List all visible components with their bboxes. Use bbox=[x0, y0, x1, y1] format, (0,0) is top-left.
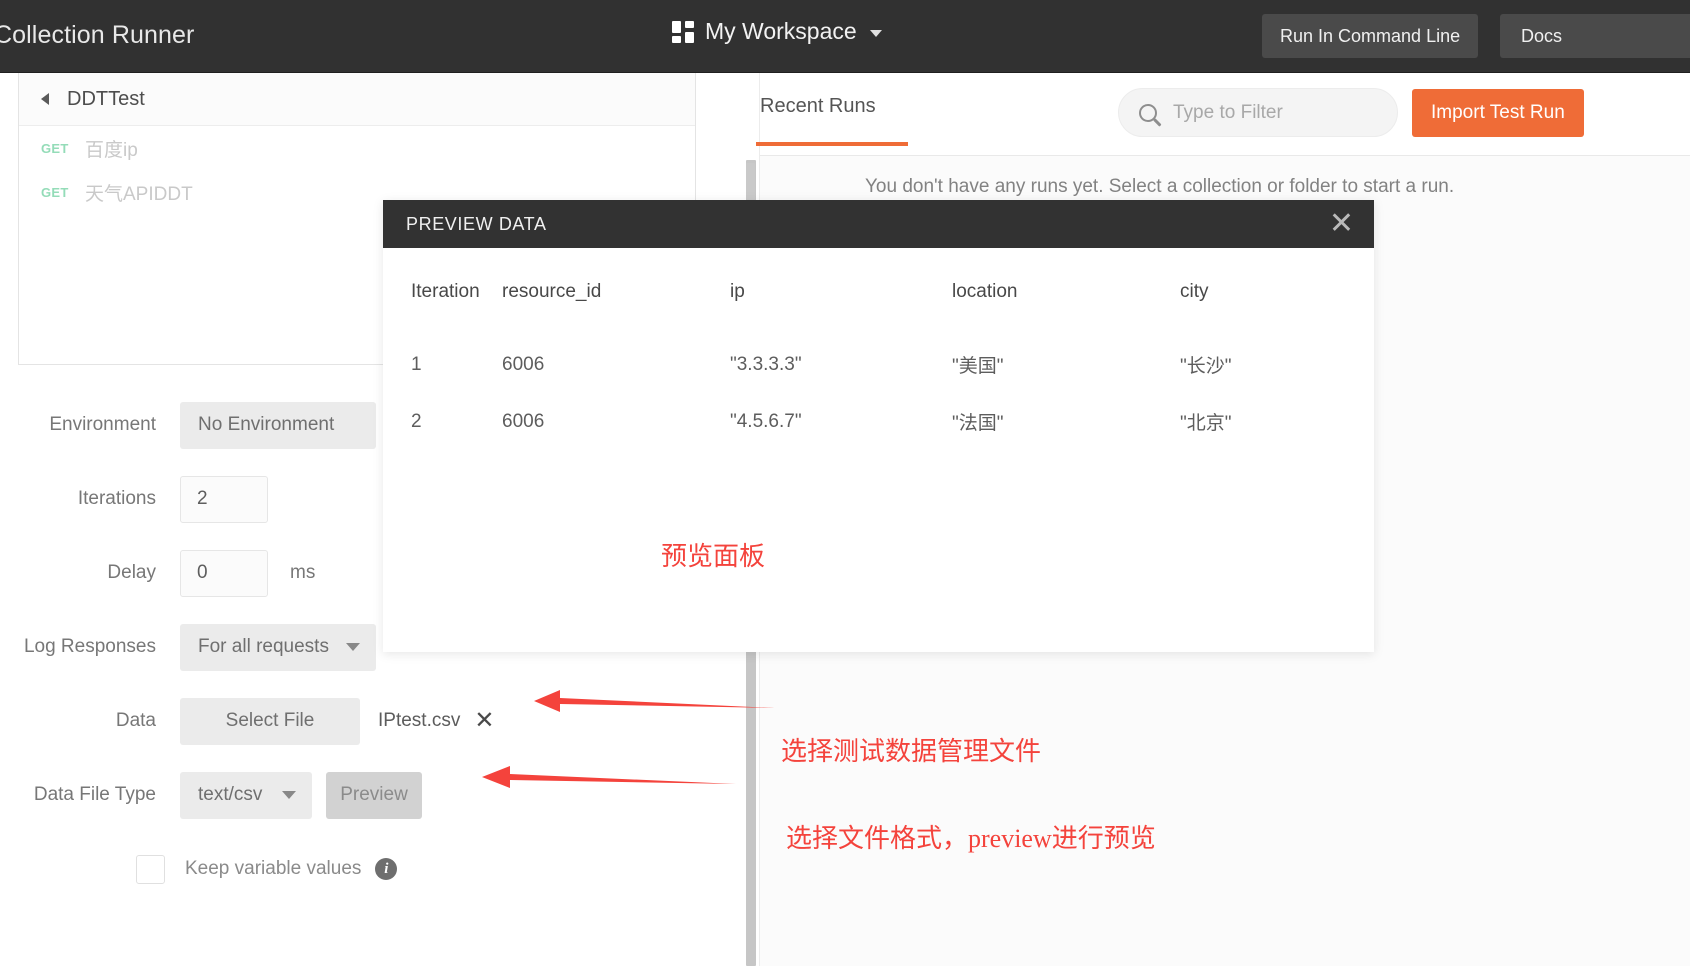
column-header: ip bbox=[730, 281, 745, 302]
preview-data-table: Iteration resource_id ip location city 1… bbox=[383, 248, 1374, 450]
delay-unit-label: ms bbox=[290, 562, 316, 583]
data-label: Data bbox=[115, 710, 156, 731]
collection-name: DDTTest bbox=[67, 87, 145, 110]
log-responses-select[interactable]: For all requests bbox=[180, 623, 376, 671]
column-header: Iteration bbox=[411, 281, 480, 302]
column-header: city bbox=[1180, 281, 1209, 302]
delay-input[interactable] bbox=[180, 549, 268, 597]
cell-location: "法国" bbox=[952, 413, 1004, 434]
chevron-down-icon bbox=[346, 643, 360, 651]
keep-variable-values-row: Keep variable values i bbox=[0, 832, 700, 906]
data-file-type-select[interactable]: text/csv bbox=[180, 771, 312, 819]
cell-iteration: 2 bbox=[411, 410, 422, 432]
cell-resource-id: 6006 bbox=[502, 353, 545, 375]
chevron-down-icon bbox=[282, 791, 296, 799]
filter-input[interactable] bbox=[1173, 101, 1373, 124]
tab-active-indicator bbox=[756, 142, 908, 146]
iterations-input[interactable] bbox=[180, 475, 268, 523]
chevron-down-icon bbox=[869, 30, 882, 37]
selected-file-name: IPtest.csv bbox=[378, 710, 461, 731]
modal-header: PREVIEW DATA ✕ bbox=[383, 200, 1374, 248]
preview-data-modal: PREVIEW DATA ✕ Iteration resource_id ip … bbox=[383, 200, 1374, 652]
collection-header[interactable]: DDTTest bbox=[19, 73, 695, 126]
close-icon[interactable]: ✕ bbox=[1329, 207, 1354, 241]
cell-city: "北京" bbox=[1180, 413, 1232, 434]
data-file-type-label: Data File Type bbox=[33, 784, 156, 805]
workspace-switcher[interactable]: My Workspace bbox=[672, 18, 882, 45]
modal-title: PREVIEW DATA bbox=[406, 214, 547, 234]
top-bar: Collection Runner My Workspace Run In Co… bbox=[0, 0, 1690, 73]
cell-location: "美国" bbox=[952, 356, 1004, 377]
search-icon bbox=[1139, 103, 1157, 122]
workspace-label: My Workspace bbox=[705, 18, 857, 44]
select-file-button[interactable]: Select File bbox=[180, 697, 360, 745]
request-method: GET bbox=[41, 140, 69, 156]
keep-variable-values-checkbox[interactable] bbox=[136, 854, 165, 884]
import-test-run-button[interactable]: Import Test Run bbox=[1412, 89, 1584, 137]
annotation-select-data-file: 选择测试数据管理文件 bbox=[781, 737, 1042, 766]
cell-resource-id: 6006 bbox=[502, 410, 545, 432]
filter-search-box[interactable] bbox=[1118, 88, 1398, 137]
page-title: Collection Runner bbox=[0, 21, 195, 49]
workspace-grid-icon bbox=[672, 21, 694, 43]
delay-label: Delay bbox=[107, 562, 156, 583]
request-method: GET bbox=[41, 184, 69, 200]
request-name: 百度ip bbox=[85, 139, 138, 161]
back-arrow-icon bbox=[41, 93, 49, 105]
cell-ip: "3.3.3.3" bbox=[730, 353, 802, 375]
tab-recent-runs[interactable]: Recent Runs bbox=[760, 95, 876, 118]
column-header: resource_id bbox=[502, 281, 602, 302]
info-icon[interactable]: i bbox=[375, 858, 398, 880]
list-item[interactable]: GET 百度ip bbox=[19, 126, 695, 170]
cell-iteration: 1 bbox=[411, 353, 422, 375]
table-row: 1 6006 "3.3.3.3" "美国" "长沙" bbox=[383, 336, 1374, 393]
run-in-command-line-button[interactable]: Run In Command Line bbox=[1262, 14, 1479, 58]
modal-body: Iteration resource_id ip location city 1… bbox=[383, 248, 1374, 652]
column-header: location bbox=[952, 281, 1018, 302]
table-row: 2 6006 "4.5.6.7" "法国" "北京" bbox=[383, 393, 1374, 450]
iterations-label: Iterations bbox=[77, 488, 156, 509]
environment-label: Environment bbox=[49, 414, 156, 435]
log-responses-label: Log Responses bbox=[23, 636, 156, 657]
log-responses-value: For all requests bbox=[198, 636, 329, 657]
cell-ip: "4.5.6.7" bbox=[730, 410, 802, 432]
cell-city: "长沙" bbox=[1180, 356, 1232, 377]
environment-select[interactable]: No Environment bbox=[180, 401, 376, 449]
request-name: 天气APIDDT bbox=[85, 183, 193, 205]
data-file-type-value: text/csv bbox=[198, 784, 263, 805]
annotation-select-format: 选择文件格式，preview进行预览 bbox=[786, 824, 1156, 853]
docs-button[interactable]: Docs bbox=[1500, 14, 1690, 58]
table-header-row: Iteration resource_id ip location city bbox=[383, 248, 1374, 336]
clear-file-icon[interactable]: ✕ bbox=[474, 709, 494, 733]
preview-button[interactable]: Preview bbox=[326, 771, 422, 819]
recent-runs-header: Recent Runs Import Test Run bbox=[756, 73, 1690, 156]
annotation-preview-panel: 预览面板 bbox=[661, 542, 766, 571]
collection-runner-window: Collection Runner My Workspace Run In Co… bbox=[0, 0, 1690, 966]
keep-variable-values-label: Keep variable values bbox=[185, 858, 362, 879]
annotation-arrow-to-preview bbox=[482, 766, 736, 788]
annotation-arrow-to-file bbox=[534, 690, 775, 712]
empty-state-message: You don't have any runs yet. Select a co… bbox=[865, 176, 1455, 197]
